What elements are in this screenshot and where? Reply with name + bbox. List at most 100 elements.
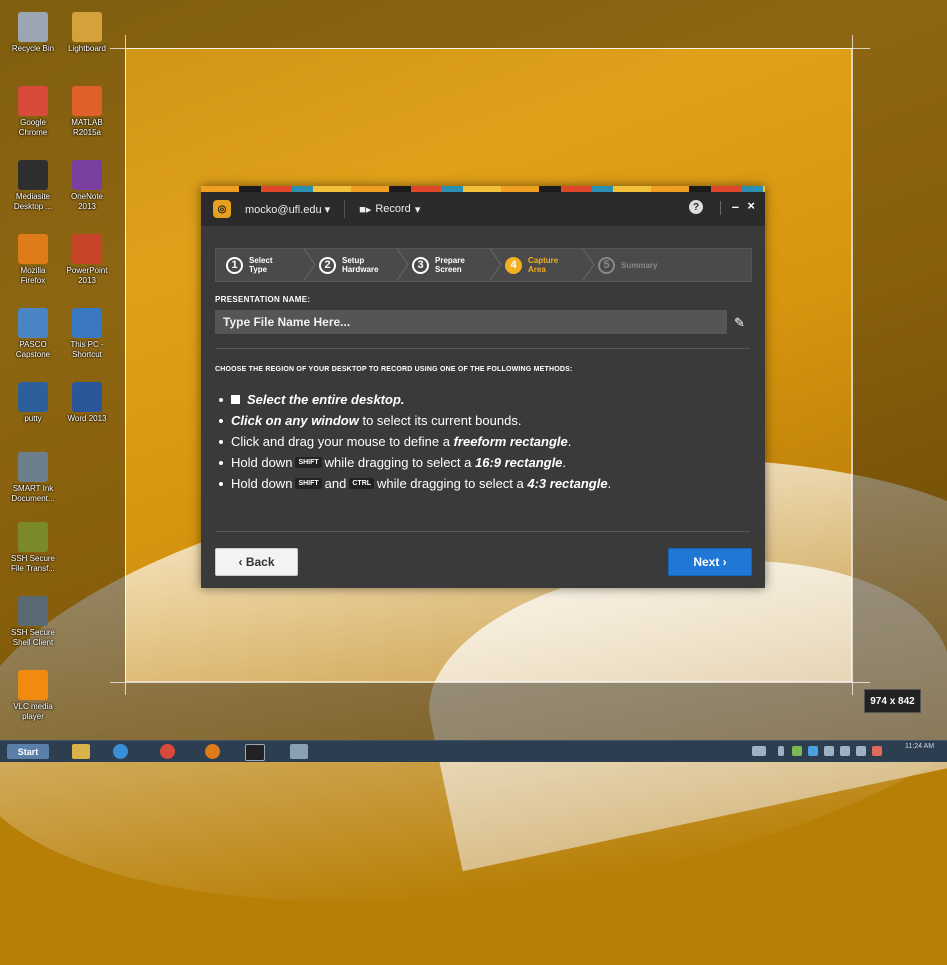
- desktop-icon-label: Word 2013: [67, 414, 107, 423]
- desktop-icon[interactable]: Recycle Bin: [8, 12, 58, 54]
- internet-explorer-icon[interactable]: [113, 744, 128, 759]
- account-email: mocko@ufl.edu: [245, 203, 322, 216]
- desktop-icon[interactable]: SMART Ink Document...: [8, 452, 58, 504]
- divider: [215, 531, 750, 532]
- capture-methods-list: Select the entire desktop. Click on any …: [215, 389, 611, 494]
- app-icon: [18, 522, 48, 552]
- desktop-icon[interactable]: Lightboard: [62, 12, 112, 54]
- chevron-right-icon: [299, 249, 313, 281]
- start-button[interactable]: Start: [7, 744, 49, 759]
- selection-guide-line: [852, 35, 853, 695]
- mediasite-logo-icon: ◎: [213, 200, 231, 218]
- mediasite-recorder-window: ◎ mocko@ufl.edu ▾ ■▸ Record ▾ ? – × 1 Sel…: [201, 186, 765, 588]
- desktop-icon-label: PASCO Capstone: [15, 340, 51, 359]
- step-prepare-screen[interactable]: 3 Prepare Screen: [412, 249, 479, 281]
- desktop-icon[interactable]: VLC media player: [8, 670, 58, 722]
- app-icon: [18, 670, 48, 700]
- next-button[interactable]: Next ›: [668, 548, 752, 576]
- shift-key-badge: SHIFT: [295, 478, 322, 489]
- desktop-icon[interactable]: SSH Secure Shell Client: [8, 596, 58, 648]
- step-label: Setup Hardware: [342, 256, 379, 274]
- desktop-icon[interactable]: putty: [8, 382, 58, 424]
- close-button[interactable]: ×: [747, 198, 755, 213]
- desktop-icon-label: Google Chrome: [18, 118, 48, 137]
- title-bar: ◎ mocko@ufl.edu ▾ ■▸ Record ▾ ? – ×: [201, 192, 765, 226]
- step-number: 3: [412, 256, 429, 274]
- step-label: Prepare Screen: [435, 256, 465, 274]
- flag-icon[interactable]: [840, 746, 850, 756]
- step-setup-hardware[interactable]: 2 Setup Hardware: [319, 249, 386, 281]
- presentation-name-label: PRESENTATION NAME:: [215, 295, 311, 304]
- app-icon: [72, 234, 102, 264]
- step-label: Summary: [621, 260, 658, 270]
- desktop-icon[interactable]: SSH Secure File Transf...: [8, 522, 58, 574]
- app-icon: [18, 308, 48, 338]
- step-select-type[interactable]: 1 Select Type: [226, 249, 293, 281]
- desktop-icon-label: This PC - Shortcut: [70, 340, 104, 359]
- record-menu[interactable]: ■▸ Record ▾: [359, 203, 420, 216]
- minimize-button[interactable]: –: [732, 199, 739, 214]
- desktop-icon[interactable]: PASCO Capstone: [8, 308, 58, 360]
- list-item: Select the entire desktop.: [215, 389, 611, 410]
- network-icon[interactable]: [856, 746, 866, 756]
- desktop-icon[interactable]: OneNote 2013: [62, 160, 112, 212]
- presentation-name-input[interactable]: [215, 310, 727, 334]
- pencil-icon[interactable]: ✎: [734, 315, 745, 331]
- desktop-icon[interactable]: MATLAB R2015a: [62, 86, 112, 138]
- desktop-icon[interactable]: Google Chrome: [8, 86, 58, 138]
- mediasite-icon[interactable]: [245, 744, 265, 761]
- selection-guide-line: [110, 682, 870, 683]
- title-separator: [344, 200, 346, 218]
- snipping-tool-icon[interactable]: [290, 744, 308, 759]
- tray-chevron-icon[interactable]: [778, 746, 784, 756]
- app-icon: [72, 308, 102, 338]
- app-icon: [18, 596, 48, 626]
- tray-app-icon[interactable]: [824, 746, 834, 756]
- step-number: 1: [226, 256, 243, 274]
- square-icon: [231, 395, 240, 404]
- desktop-icon[interactable]: PowerPoint 2013: [62, 234, 112, 286]
- back-button[interactable]: ‹ Back: [215, 548, 298, 576]
- keyboard-icon[interactable]: [752, 746, 766, 756]
- tray-app-icon[interactable]: [792, 746, 802, 756]
- step-number: 4: [505, 256, 522, 274]
- desktop-icon-label: SSH Secure File Transf...: [10, 554, 56, 573]
- desktop-icon[interactable]: This PC - Shortcut: [62, 308, 112, 360]
- dim-overlay-left: [0, 48, 125, 682]
- desktop-icon-label: Mozilla Firefox: [20, 266, 46, 285]
- list-item: Hold down SHIFT while dragging to select a…: [215, 452, 611, 473]
- chrome-icon[interactable]: [160, 744, 175, 759]
- app-icon: [72, 382, 102, 412]
- dim-overlay-right: [852, 48, 947, 682]
- step-number: 5: [598, 256, 615, 274]
- desktop-icon-label: putty: [24, 414, 42, 423]
- app-icon: [72, 12, 102, 42]
- step-summary[interactable]: 5 Summary: [598, 249, 665, 281]
- camera-icon: ■▸: [359, 203, 372, 216]
- app-icon: [18, 452, 48, 482]
- step-number: 2: [319, 256, 336, 274]
- volume-icon[interactable]: [872, 746, 882, 756]
- chevron-right-icon: [578, 249, 592, 281]
- step-capture-area[interactable]: 4 Capture Area: [505, 249, 572, 281]
- file-explorer-icon[interactable]: [72, 744, 90, 759]
- desktop-icon-label: SMART Ink Document...: [11, 484, 55, 503]
- app-icon: [72, 160, 102, 190]
- firefox-icon[interactable]: [205, 744, 220, 759]
- desktop-icon-label: PowerPoint 2013: [66, 266, 108, 285]
- desktop-icon-label: VLC media player: [13, 702, 53, 721]
- desktop-icon[interactable]: Word 2013: [62, 382, 112, 424]
- desktop-icon-label: Recycle Bin: [11, 44, 55, 53]
- app-icon: [18, 12, 48, 42]
- step-label: Capture Area: [528, 256, 559, 274]
- account-menu[interactable]: mocko@ufl.edu ▾: [245, 203, 330, 216]
- ctrl-key-badge: CTRL: [349, 478, 375, 489]
- divider: [215, 348, 750, 349]
- help-icon[interactable]: ?: [689, 200, 703, 214]
- desktop-icon[interactable]: Mozilla Firefox: [8, 234, 58, 286]
- desktop-icon[interactable]: Mediasite Desktop ...: [8, 160, 58, 212]
- desktop-icon-label: Lightboard: [68, 44, 106, 53]
- tray-app-icon[interactable]: [808, 746, 818, 756]
- taskbar-clock[interactable]: 11:24 AM: [905, 743, 934, 751]
- list-item: Click and drag your mouse to define a fr…: [215, 431, 611, 452]
